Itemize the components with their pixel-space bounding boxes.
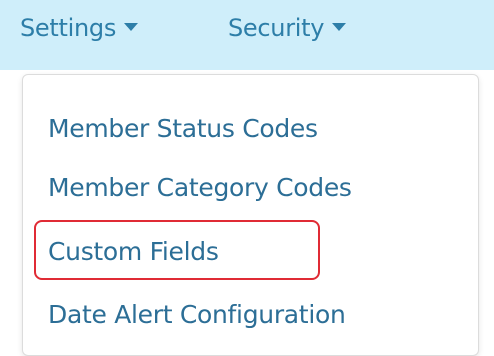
security-menu-toggle[interactable]: Security xyxy=(228,14,347,42)
caret-down-icon xyxy=(124,23,139,31)
settings-menu-label: Settings xyxy=(20,14,117,42)
settings-menu-toggle[interactable]: Settings xyxy=(20,14,139,42)
highlight-annotation-box xyxy=(34,220,320,280)
top-navbar: Settings Security xyxy=(0,0,494,70)
menu-item-member-category-codes[interactable]: Member Category Codes xyxy=(48,173,352,202)
security-menu-label: Security xyxy=(228,14,325,42)
menu-item-member-status-codes[interactable]: Member Status Codes xyxy=(48,114,318,143)
menu-item-date-alert-configuration[interactable]: Date Alert Configuration xyxy=(48,300,346,329)
caret-down-icon xyxy=(332,23,347,31)
